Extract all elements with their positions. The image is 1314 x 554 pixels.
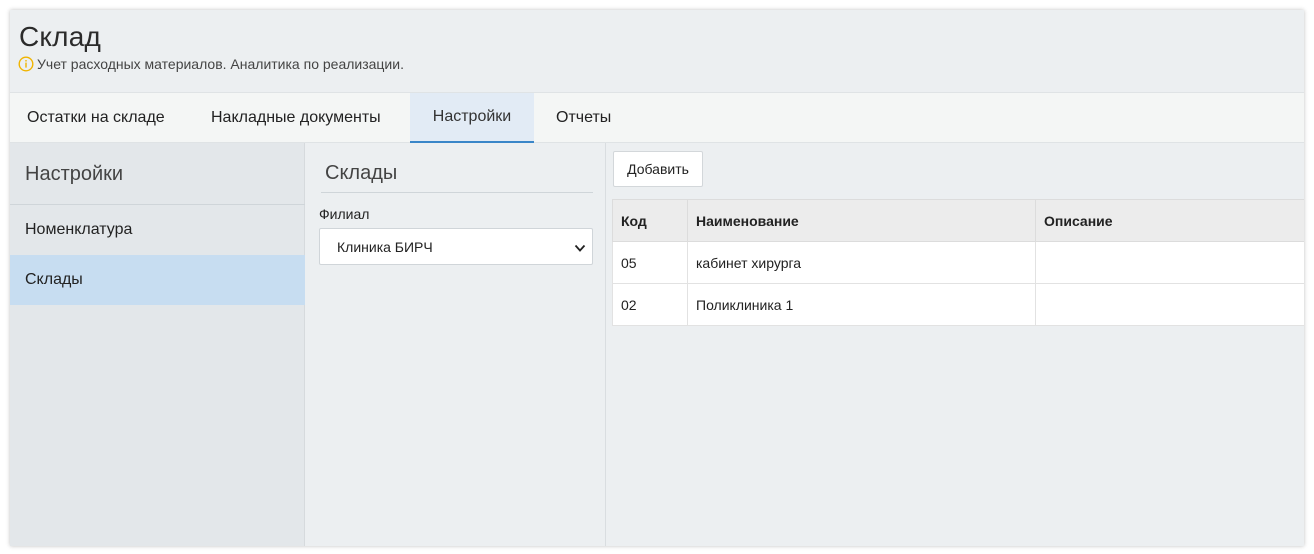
tab-stock-balances[interactable]: Остатки на складе: [10, 93, 190, 143]
chevron-down-icon: [574, 241, 586, 253]
tab-invoices[interactable]: Накладные документы: [190, 93, 410, 143]
subtitle-row: Учет расходных материалов. Аналитика по …: [18, 56, 404, 72]
column-header-name[interactable]: Наименование: [687, 199, 1036, 242]
page-header: Склад Учет расходных материалов. Аналити…: [10, 10, 1304, 92]
cell-code: 05: [612, 241, 688, 284]
tab-settings[interactable]: Настройки: [410, 93, 534, 143]
warehouses-list-panel: Добавить Код Наименование Описание 05 ка…: [607, 143, 1304, 546]
cell-code: 02: [612, 283, 688, 326]
cell-description: [1035, 241, 1304, 284]
page-title: Склад: [19, 21, 102, 52]
tab-bar: Остатки на складе Накладные документы На…: [10, 92, 1304, 143]
sidebar-item-warehouses[interactable]: Склады: [10, 255, 305, 305]
warehouses-filter-panel: Склады Филиал Клиника БИРЧ: [306, 143, 606, 546]
filial-label: Филиал: [319, 206, 370, 222]
tab-reports[interactable]: Отчеты: [534, 93, 634, 143]
cell-name: кабинет хирурга: [687, 241, 1036, 284]
filial-selected-value: Клиника БИРЧ: [337, 238, 433, 255]
add-button[interactable]: Добавить: [613, 151, 703, 187]
sidebar-item-nomenclature[interactable]: Номенклатура: [10, 205, 305, 255]
sidebar-title: Настройки: [25, 163, 124, 185]
cell-name: Поликлиника 1: [687, 283, 1036, 326]
warehouses-table: Код Наименование Описание 05 кабинет хир…: [612, 199, 1304, 326]
table-row[interactable]: 02 Поликлиника 1: [612, 283, 1304, 326]
table-header-row: Код Наименование Описание: [612, 199, 1304, 242]
page-subtitle: Учет расходных материалов. Аналитика по …: [37, 56, 404, 72]
info-circle-icon: [18, 56, 34, 72]
table-row[interactable]: 05 кабинет хирурга: [612, 241, 1304, 284]
app-frame: Склад Учет расходных материалов. Аналити…: [10, 10, 1304, 546]
section-title: Склады: [325, 162, 398, 184]
cell-description: [1035, 283, 1304, 326]
section-divider: [321, 192, 593, 193]
column-header-description[interactable]: Описание: [1035, 199, 1304, 242]
column-header-code[interactable]: Код: [612, 199, 688, 242]
settings-sidebar: Настройки Номенклатура Склады: [10, 143, 305, 546]
filial-select[interactable]: Клиника БИРЧ: [319, 228, 593, 265]
